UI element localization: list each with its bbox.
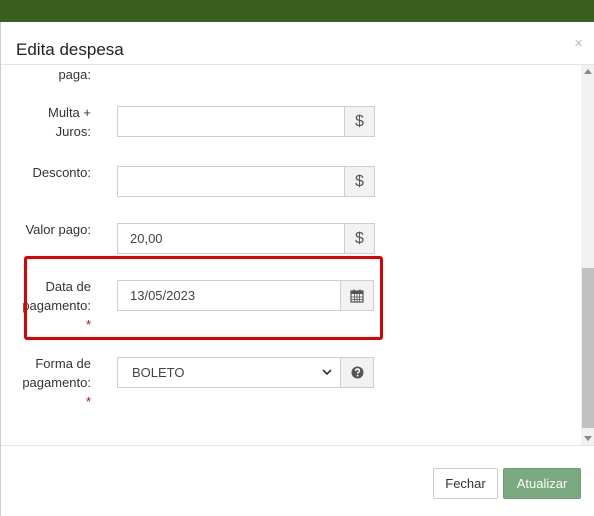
dollar-icon: $: [344, 166, 375, 197]
dollar-icon: $: [344, 106, 375, 137]
forma-pagamento-label-line2: pagamento:: [22, 375, 91, 390]
scroll-thumb[interactable]: [582, 268, 594, 428]
multa-juros-label-line2: Juros:: [55, 124, 91, 139]
background-header-strip: [0, 0, 594, 22]
forma-pagamento-label: Forma de pagamento: *: [21, 354, 91, 411]
forma-pagamento-select[interactable]: BOLETO: [117, 357, 341, 388]
multa-juros-input[interactable]: [117, 106, 345, 137]
modal-header: Edita despesa ×: [1, 22, 594, 65]
valor-pago-label: Valor pago:: [25, 222, 91, 237]
modal-footer: Fechar Atualizar: [1, 445, 594, 516]
close-button[interactable]: Fechar: [433, 468, 498, 499]
valor-pago-input[interactable]: 20,00: [117, 223, 345, 254]
modal-scrollbar[interactable]: [581, 65, 594, 445]
dollar-icon: $: [344, 223, 375, 254]
desconto-input[interactable]: [117, 166, 345, 197]
multa-juros-label-line1: Multa +: [48, 105, 91, 120]
close-icon[interactable]: ×: [574, 36, 583, 52]
partial-label: paga:: [58, 67, 91, 82]
scroll-up-icon[interactable]: [584, 69, 592, 74]
highlight-box: [24, 256, 383, 340]
scroll-down-icon[interactable]: [584, 436, 592, 441]
desconto-label: Desconto:: [32, 165, 91, 180]
question-circle-icon[interactable]: [340, 357, 374, 388]
forma-pagamento-label-line1: Forma de: [35, 356, 91, 371]
modal-body[interactable]: paga: Multa + Juros: $ Desconto: $ Valor…: [1, 65, 594, 445]
multa-juros-label: Multa + Juros:: [21, 103, 91, 141]
forma-pagamento-selected: BOLETO: [132, 365, 185, 380]
update-button[interactable]: Atualizar: [503, 468, 581, 499]
modal-title: Edita despesa: [16, 40, 124, 59]
chevron-down-icon: [322, 369, 332, 376]
required-asterisk: *: [85, 394, 91, 409]
edit-expense-modal: Edita despesa × paga: Multa + Juros: $ D…: [0, 22, 594, 516]
